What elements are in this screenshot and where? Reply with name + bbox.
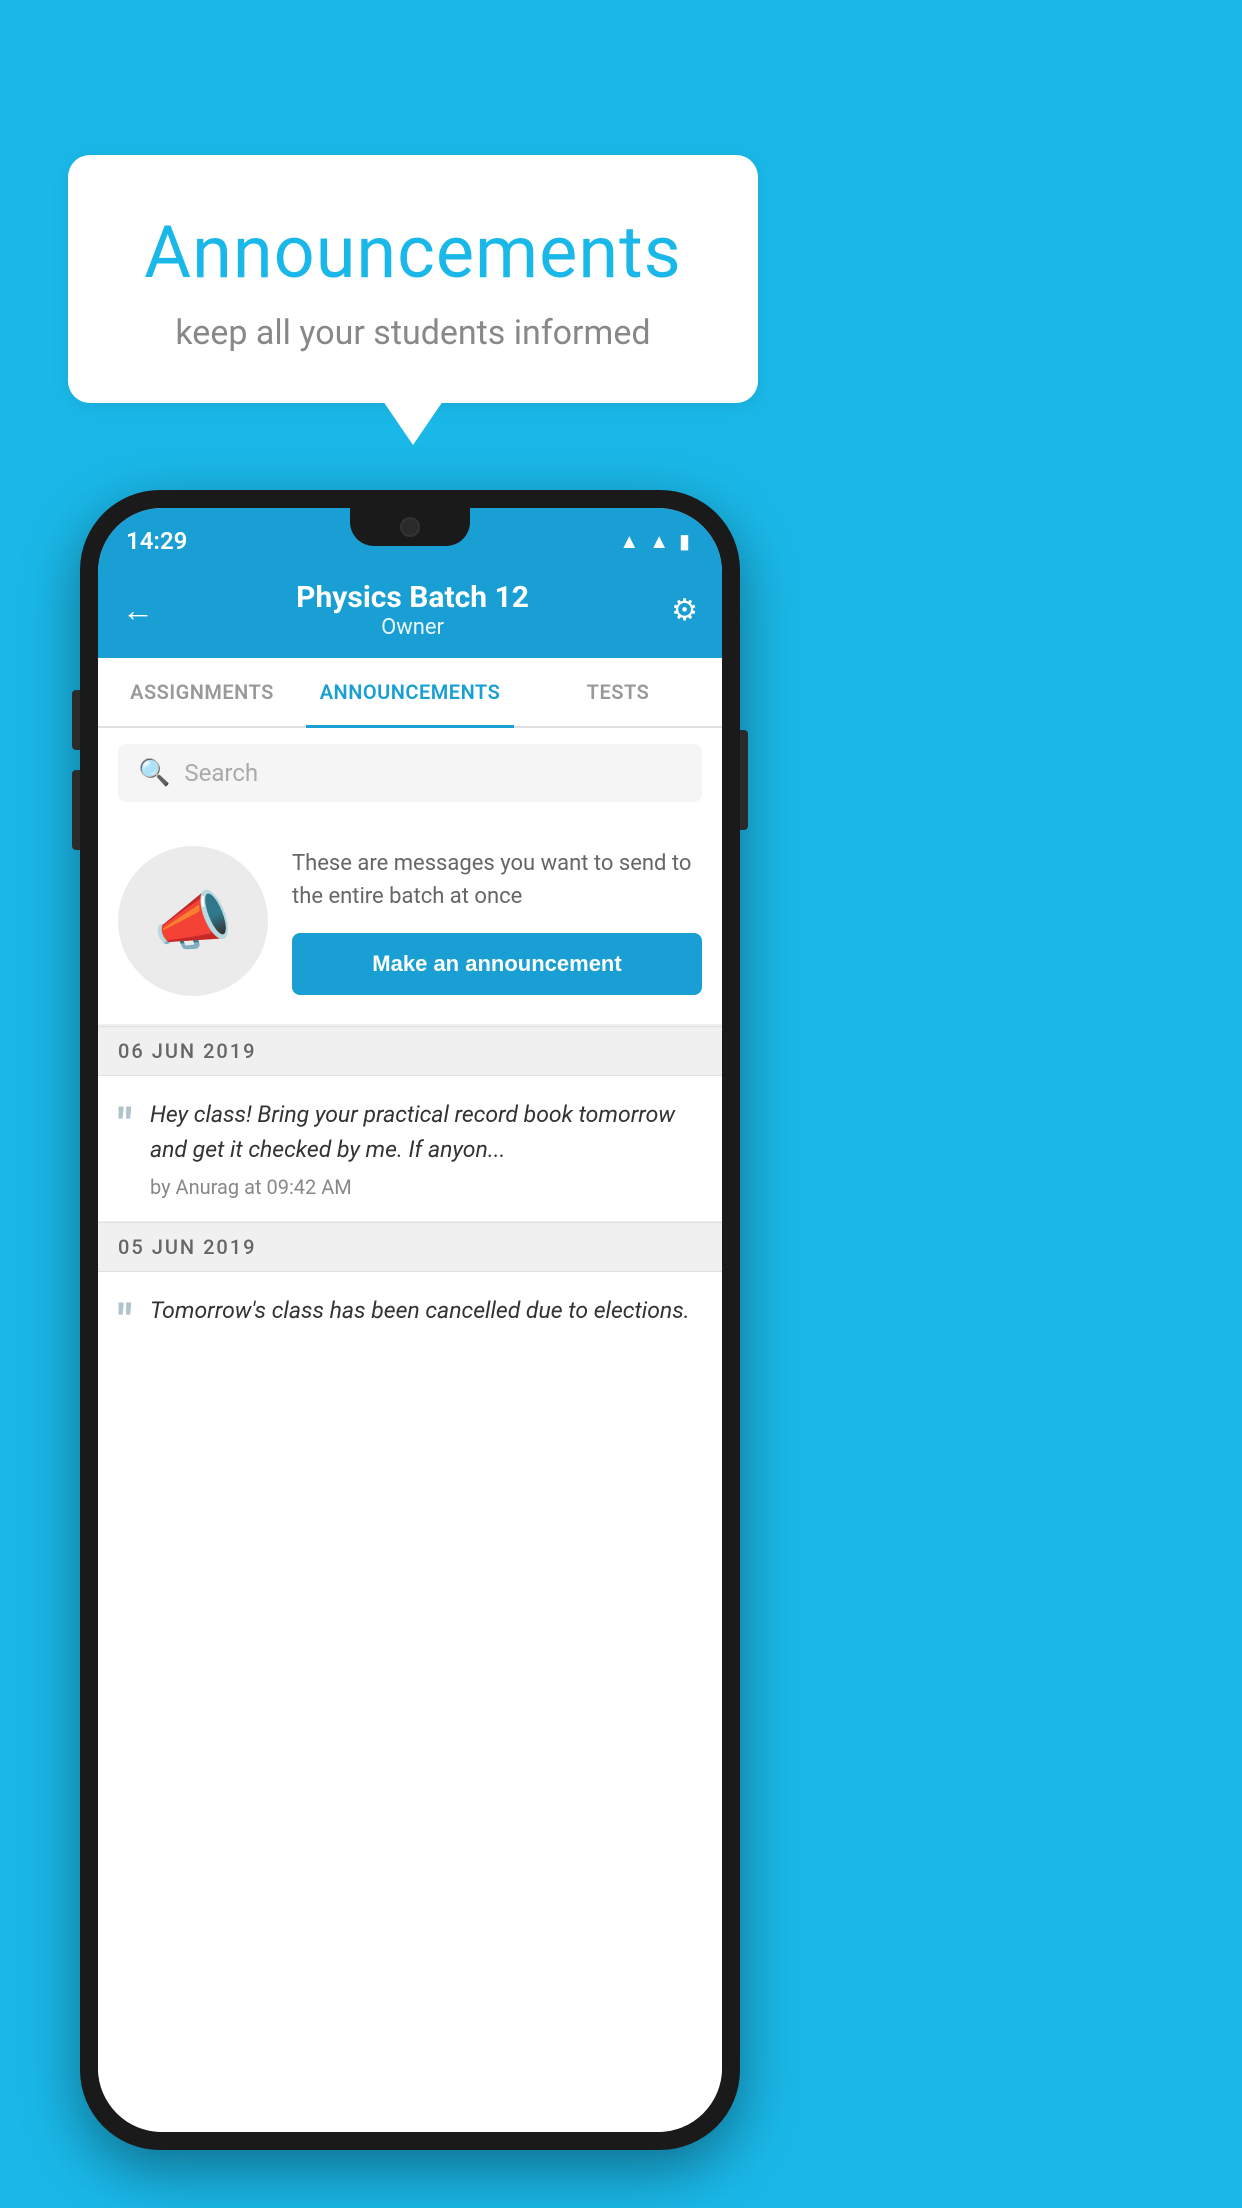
status-time: 14:29 bbox=[126, 527, 187, 555]
megaphone-circle: 📣 bbox=[118, 846, 268, 996]
prompt-right: These are messages you want to send to t… bbox=[292, 847, 702, 995]
content-area: 🔍 Search 📣 These are messages you want t… bbox=[98, 728, 722, 2132]
tab-assignments[interactable]: ASSIGNMENTS bbox=[98, 658, 306, 726]
prompt-description: These are messages you want to send to t… bbox=[292, 847, 702, 913]
search-container: 🔍 Search bbox=[98, 728, 722, 818]
volume-up-button bbox=[72, 690, 80, 750]
status-icons: ▲ ▲ ▮ bbox=[619, 529, 690, 554]
tab-tests[interactable]: TESTS bbox=[514, 658, 722, 726]
batch-role: Owner bbox=[296, 615, 529, 640]
wifi-icon: ▲ bbox=[619, 529, 639, 554]
search-placeholder: Search bbox=[184, 759, 258, 787]
settings-icon[interactable]: ⚙ bbox=[671, 593, 698, 628]
announcement-text-2: Tomorrow's class has been cancelled due … bbox=[150, 1294, 702, 1342]
speech-bubble-subtitle: keep all your students informed bbox=[108, 313, 718, 353]
speech-bubble-container: Announcements keep all your students inf… bbox=[68, 155, 758, 403]
announcement-item-1: " Hey class! Bring your practical record… bbox=[98, 1076, 722, 1222]
announcement-prompt: 📣 These are messages you want to send to… bbox=[98, 818, 722, 1026]
phone-outer: 14:29 ▲ ▲ ▮ ← Physics Batch 12 Owner ⚙ bbox=[80, 490, 740, 2150]
batch-title: Physics Batch 12 bbox=[296, 580, 529, 615]
quote-icon-2: " bbox=[118, 1298, 132, 1342]
megaphone-icon: 📣 bbox=[153, 884, 233, 959]
announcement-message-1: Hey class! Bring your practical record b… bbox=[150, 1098, 702, 1167]
make-announcement-button[interactable]: Make an announcement bbox=[292, 933, 702, 995]
tabs-bar: ASSIGNMENTS ANNOUNCEMENTS TESTS bbox=[98, 658, 722, 728]
announcement-text-1: Hey class! Bring your practical record b… bbox=[150, 1098, 702, 1199]
date-separator-2: 05 JUN 2019 bbox=[98, 1222, 722, 1272]
power-button bbox=[740, 730, 748, 830]
signal-icon: ▲ bbox=[649, 529, 669, 554]
top-bar-center: Physics Batch 12 Owner bbox=[296, 580, 529, 640]
tab-announcements[interactable]: ANNOUNCEMENTS bbox=[306, 658, 514, 726]
back-button[interactable]: ← bbox=[122, 591, 154, 629]
speech-bubble-title: Announcements bbox=[108, 210, 718, 295]
announcement-message-2: Tomorrow's class has been cancelled due … bbox=[150, 1294, 702, 1329]
volume-down-button bbox=[72, 770, 80, 850]
battery-icon: ▮ bbox=[679, 529, 690, 553]
phone-wrapper: 14:29 ▲ ▲ ▮ ← Physics Batch 12 Owner ⚙ bbox=[80, 490, 740, 2150]
phone-camera bbox=[400, 517, 420, 537]
top-bar: ← Physics Batch 12 Owner ⚙ bbox=[98, 566, 722, 658]
date-separator-1: 06 JUN 2019 bbox=[98, 1026, 722, 1076]
announcement-item-2: " Tomorrow's class has been cancelled du… bbox=[98, 1272, 722, 1364]
phone-screen: 14:29 ▲ ▲ ▮ ← Physics Batch 12 Owner ⚙ bbox=[98, 508, 722, 2132]
announcement-meta-1: by Anurag at 09:42 AM bbox=[150, 1175, 702, 1199]
search-box[interactable]: 🔍 Search bbox=[118, 744, 702, 802]
search-icon: 🔍 bbox=[138, 758, 170, 788]
speech-bubble: Announcements keep all your students inf… bbox=[68, 155, 758, 403]
phone-notch bbox=[350, 508, 470, 546]
quote-icon-1: " bbox=[118, 1102, 132, 1199]
